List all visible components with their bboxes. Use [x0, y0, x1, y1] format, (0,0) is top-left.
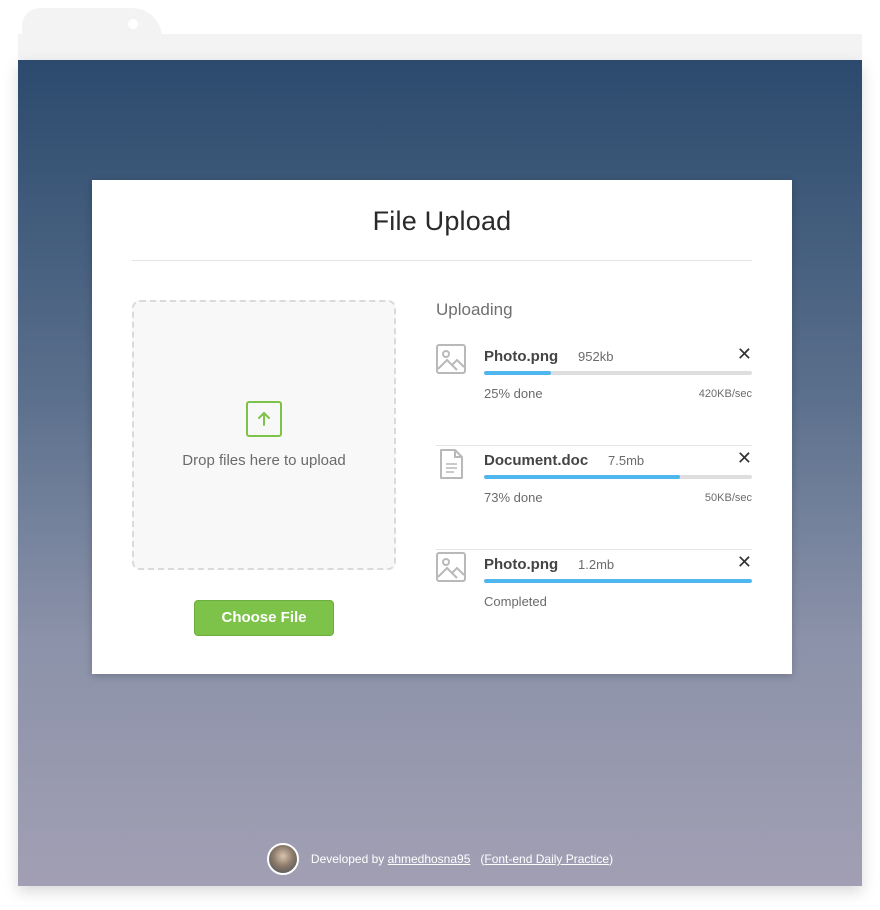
author-link[interactable]: ahmedhosna95 — [388, 852, 471, 866]
upload-item: Photo.png 1.2mb ✕ Completed — [436, 550, 752, 654]
progress-fill — [484, 371, 551, 375]
image-file-icon — [436, 344, 466, 379]
file-name: Photo.png — [484, 556, 559, 573]
progress-bar — [484, 475, 752, 479]
progress-fill — [484, 475, 680, 479]
remove-file-button[interactable]: ✕ — [737, 345, 752, 363]
upload-status: 25% done — [484, 386, 543, 401]
remove-file-button[interactable]: ✕ — [737, 553, 752, 571]
footer-prefix: Developed by — [310, 852, 385, 866]
file-size: 952kb — [578, 349, 614, 364]
upload-arrow-icon — [246, 401, 282, 437]
file-size: 7.5mb — [608, 453, 645, 468]
drop-zone-text: Drop files here to upload — [182, 452, 346, 469]
avatar — [266, 843, 299, 875]
project-link[interactable]: Font-end Daily Practice — [484, 852, 609, 866]
progress-fill — [484, 579, 752, 583]
upload-card: File Upload Drop files here to upload Ch… — [92, 180, 792, 674]
file-name: Document.doc — [484, 452, 589, 469]
file-name: Photo.png — [484, 348, 559, 365]
page-title: File Upload — [372, 206, 512, 236]
uploads-heading: Uploading — [436, 300, 513, 319]
upload-speed: 420KB/sec — [698, 388, 752, 400]
file-size: 1.2mb — [578, 557, 615, 572]
choose-file-button[interactable]: Choose File — [194, 600, 334, 636]
footer: Developed by ahmedhosna95 ( Font-end Dai… — [18, 842, 862, 876]
upload-speed: 50KB/sec — [704, 492, 752, 504]
upload-item: Photo.png 952kb ✕ 25% done 420KB/sec — [436, 342, 752, 446]
remove-file-button[interactable]: ✕ — [737, 449, 752, 467]
page-viewport: File Upload Drop files here to upload Ch… — [18, 60, 862, 886]
image-file-icon — [436, 552, 466, 587]
upload-status: Completed — [484, 594, 547, 609]
document-file-icon — [436, 448, 466, 485]
progress-bar — [484, 579, 752, 583]
project-close: ) — [609, 852, 614, 866]
upload-item: Document.doc 7.5mb ✕ 73% done 50KB/sec — [436, 446, 752, 550]
progress-bar — [484, 371, 752, 375]
browser-toolbar — [18, 34, 862, 60]
browser-tab-dot — [128, 19, 138, 29]
drop-zone[interactable]: Drop files here to upload — [132, 300, 396, 570]
upload-status: 73% done — [484, 490, 543, 505]
title-divider — [132, 260, 752, 261]
